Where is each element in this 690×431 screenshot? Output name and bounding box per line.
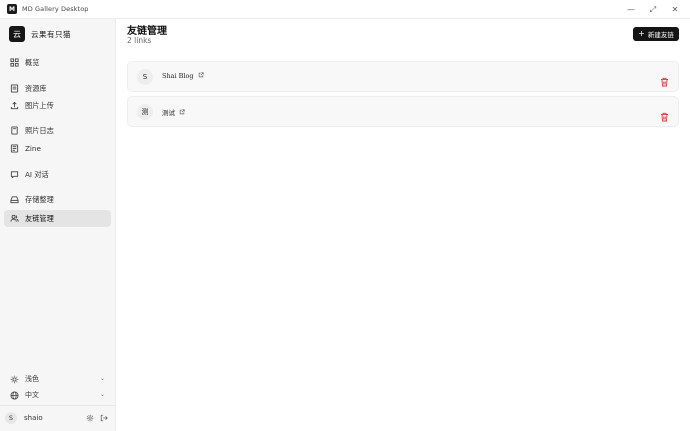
sidebar-item-library[interactable]: 资源库: [4, 80, 111, 97]
sidebar-item-label: AI 对话: [25, 169, 49, 179]
sidebar-item-friend-links[interactable]: 友链管理: [4, 210, 111, 227]
language-select[interactable]: 中文 ⌄: [4, 388, 111, 402]
external-link-icon[interactable]: [198, 72, 204, 80]
link-name-text: Shai Blog: [162, 72, 194, 80]
journal-icon: [10, 126, 19, 135]
new-friend-link-label: 新建友链: [647, 31, 674, 39]
sidebar-item-ai-chat[interactable]: AI 对话: [4, 166, 111, 183]
external-link-icon[interactable]: [179, 109, 185, 117]
sidebar-item-label: 照片日志: [25, 125, 54, 135]
sidebar-item-label: 友链管理: [25, 213, 54, 223]
upload-icon: [10, 101, 19, 110]
link-name[interactable]: Shai Blog: [162, 72, 204, 80]
sidebar-item-storage[interactable]: 存储整理: [4, 191, 111, 208]
window-controls: — ⤢ ✕: [620, 0, 686, 19]
new-friend-link-button[interactable]: + 新建友链: [633, 27, 679, 41]
logout-icon[interactable]: [99, 412, 109, 424]
chevron-down-icon: ⌄: [99, 391, 105, 398]
link-card[interactable]: S Shai Blog: [127, 61, 679, 92]
sidebar-item-journal[interactable]: 照片日志: [4, 122, 111, 139]
plus-icon: +: [638, 29, 645, 38]
link-name[interactable]: 测试: [162, 107, 185, 117]
link-avatar: 测: [137, 104, 153, 120]
user-actions: [85, 412, 109, 424]
close-button[interactable]: ✕: [664, 0, 686, 19]
zine-icon: [10, 144, 19, 153]
user-row: S shaio: [5, 409, 111, 427]
brand-name: 云果有只猫: [31, 29, 71, 39]
sidebar-item-label: 资源库: [25, 83, 47, 93]
link-count: 2 links: [127, 36, 152, 45]
page-title: 友链管理: [127, 26, 167, 37]
sidebar-item-label: Zine: [25, 144, 41, 153]
library-icon: [10, 84, 19, 93]
theme-label: 浅色: [25, 375, 39, 383]
link-avatar: S: [137, 69, 153, 85]
globe-icon: [10, 390, 19, 400]
user-name: shaio: [24, 414, 43, 422]
app-icon: M: [7, 4, 17, 14]
sidebar-item-overview[interactable]: 概览: [4, 54, 111, 71]
chat-icon: [10, 170, 19, 179]
language-label: 中文: [25, 391, 39, 399]
sun-icon: [10, 375, 19, 384]
grid-icon: [10, 58, 19, 67]
friends-icon: [10, 214, 19, 223]
sidebar-item-label: 概览: [25, 57, 40, 67]
maximize-button[interactable]: ⤢: [642, 0, 664, 19]
link-name-text: 测试: [162, 109, 175, 117]
brand-logo: 云: [9, 26, 25, 42]
title-bar: M MD Gallery Desktop — ⤢ ✕: [0, 0, 690, 19]
brand[interactable]: 云 云果有只猫: [9, 26, 71, 42]
window-title: MD Gallery Desktop: [22, 5, 89, 13]
theme-select[interactable]: 浅色 ⌄: [4, 372, 111, 386]
gear-icon[interactable]: [85, 412, 95, 424]
sidebar-item-zine[interactable]: Zine: [4, 140, 111, 157]
delete-icon[interactable]: [660, 107, 669, 122]
sidebar-item-upload[interactable]: 图片上传: [4, 97, 111, 114]
link-card[interactable]: 测 测试: [127, 96, 679, 127]
sidebar-divider: [0, 405, 116, 406]
sidebar-item-label: 图片上传: [25, 100, 54, 110]
minimize-button[interactable]: —: [620, 0, 642, 19]
delete-icon[interactable]: [660, 72, 669, 87]
avatar: S: [5, 412, 17, 424]
storage-icon: [10, 195, 19, 204]
chevron-down-icon: ⌄: [99, 375, 105, 382]
sidebar-item-label: 存储整理: [25, 194, 54, 204]
